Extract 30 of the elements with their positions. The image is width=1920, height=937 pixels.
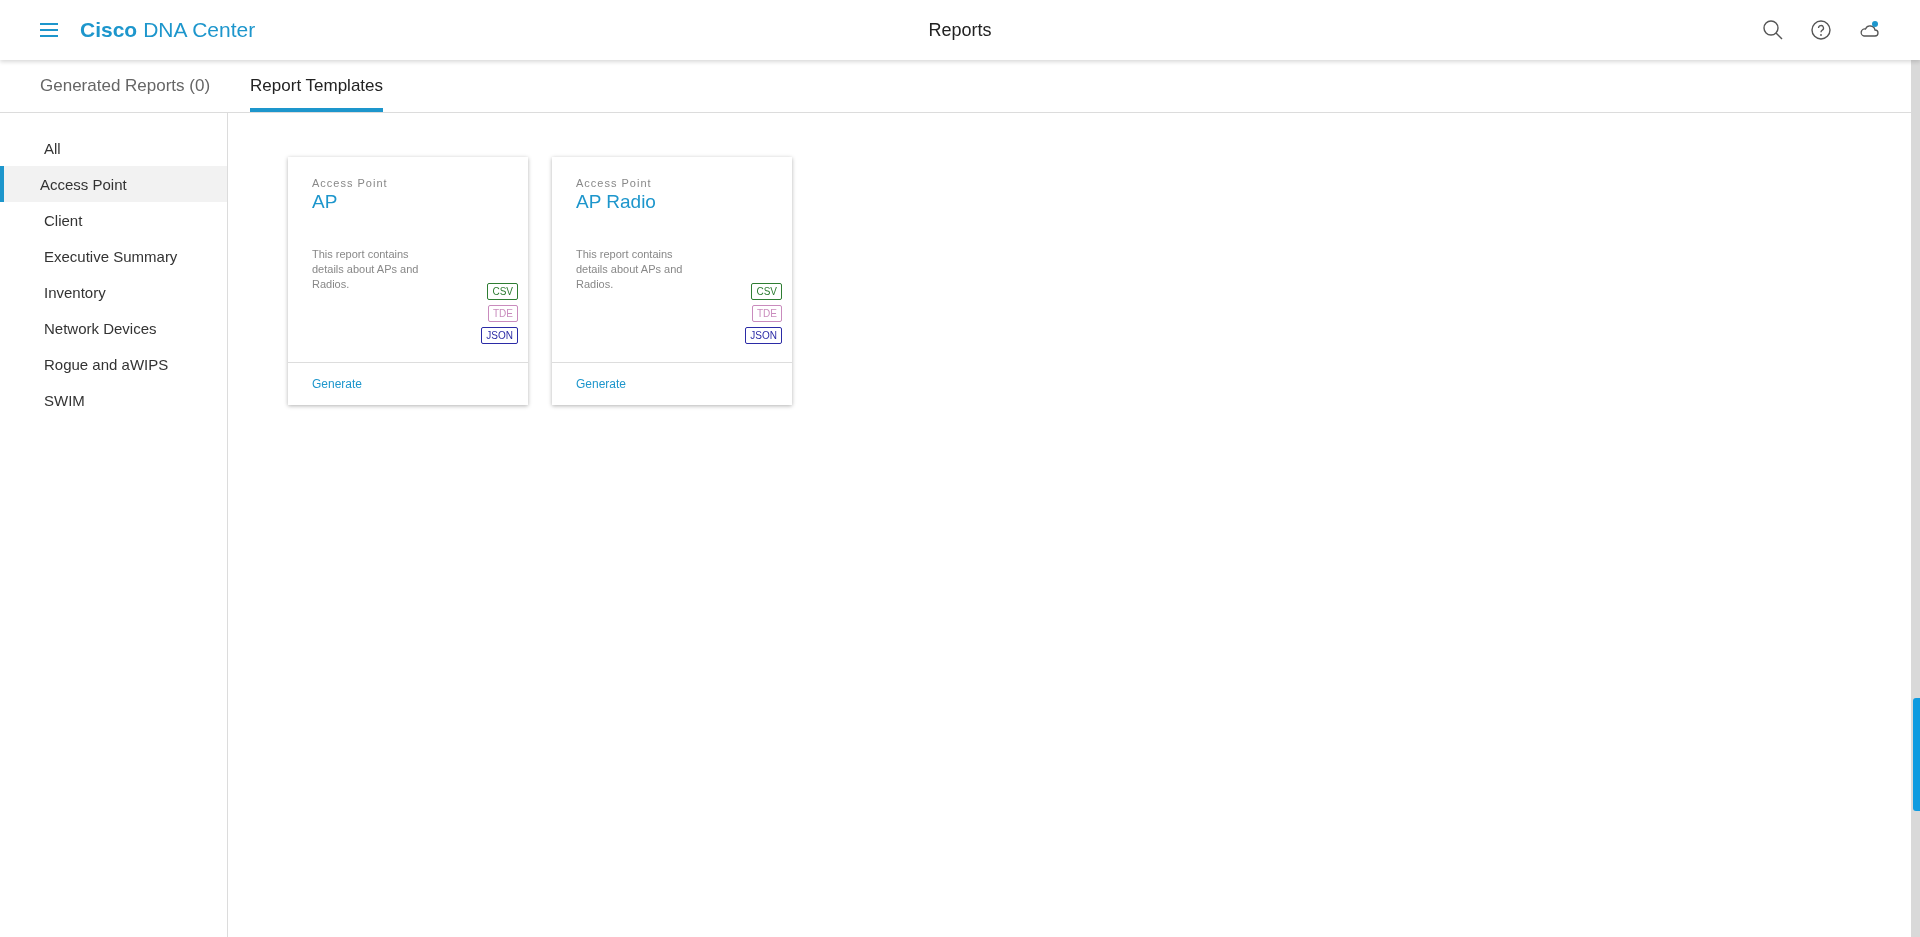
card-title: AP Radio [576,191,657,213]
sidebar-item[interactable]: Inventory [0,274,227,310]
card-category: Access Point [576,177,653,189]
format-tag: JSON [481,327,518,344]
tab[interactable]: Generated Reports (0) [40,75,211,112]
card-title: AP [312,191,339,213]
card-category: Access Point [312,177,389,189]
brand-name: Cisco [80,18,138,42]
sidebar-item[interactable]: Network Devices [0,310,227,346]
card-description: This report contains details about APs and Radios. [576,247,684,292]
format-tag: TDE [752,305,782,322]
menu-icon[interactable] [40,23,58,37]
search-icon[interactable] [1762,19,1784,41]
format-tag: TDE [488,305,518,322]
format-tag: CSV [487,283,518,300]
sidebar-item[interactable]: Access Point [0,166,227,202]
tab[interactable]: Report Templates [250,75,383,112]
sidebar-item[interactable]: Rogue and aWIPS [0,346,227,382]
page-title: Reports [928,19,992,41]
sidebar-item[interactable]: Executive Summary [0,238,227,274]
sidebar-item[interactable]: Client [0,202,227,238]
brand-product: DNA Center [143,18,256,42]
scrollbar-thumb[interactable] [1913,698,1920,811]
scrollbar[interactable] [1911,60,1920,937]
format-tag: JSON [745,327,782,344]
sidebar-item[interactable]: All [0,130,227,166]
help-icon[interactable] [1810,19,1832,41]
format-tag: CSV [751,283,782,300]
card-description: This report contains details about APs and Radios. [312,247,420,292]
sidebar-item[interactable]: SWIM [0,382,227,418]
